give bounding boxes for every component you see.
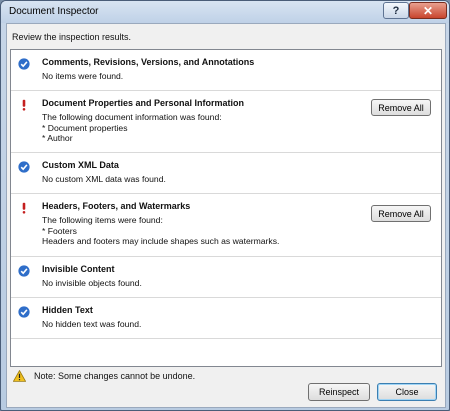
result-line: * Author xyxy=(42,133,73,143)
result-row-document-properties: Document Properties and Personal Informa… xyxy=(11,91,441,153)
result-row-headers-footers: Headers, Footers, and Watermarks The fol… xyxy=(11,194,441,257)
result-description: The following items were found: * Footer… xyxy=(42,215,279,247)
result-description: The following document information was f… xyxy=(42,112,222,144)
undo-note: Note: Some changes cannot be undone. xyxy=(13,370,195,382)
result-line: * Document properties xyxy=(42,122,128,133)
result-line: No items were found. xyxy=(42,71,124,81)
checkmark-icon xyxy=(18,265,30,277)
exclamation-icon xyxy=(22,99,26,111)
window-title: Document Inspector xyxy=(9,6,99,17)
help-icon: ? xyxy=(392,4,400,17)
reinspect-button[interactable]: Reinspect xyxy=(308,383,370,401)
checkmark-icon xyxy=(18,306,30,318)
result-line: The following items were found: xyxy=(42,215,163,225)
result-line: No hidden text was found. xyxy=(42,319,142,329)
checkmark-icon xyxy=(18,161,30,173)
result-line: * Footers xyxy=(42,225,77,236)
title-bar[interactable]: Document Inspector ? ✕ xyxy=(1,1,449,23)
help-button[interactable]: ? xyxy=(383,2,409,19)
remove-all-button[interactable]: Remove All xyxy=(371,99,431,116)
window-close-button[interactable]: ✕ xyxy=(409,2,447,19)
result-heading: Comments, Revisions, Versions, and Annot… xyxy=(42,57,255,67)
result-row-invisible-content: Invisible Content No invisible objects f… xyxy=(11,257,441,298)
note-text: Note: Some changes cannot be undone. xyxy=(34,371,196,381)
result-description: No items were found. xyxy=(42,71,123,82)
remove-all-button[interactable]: Remove All xyxy=(371,205,431,222)
instruction-text: Review the inspection results. xyxy=(12,32,132,42)
close-button[interactable]: Close xyxy=(377,383,437,401)
result-line: The following document information was f… xyxy=(42,112,222,122)
result-heading: Invisible Content xyxy=(42,264,115,274)
close-icon: ✕ xyxy=(422,3,434,18)
exclamation-icon xyxy=(22,202,26,214)
result-description: No hidden text was found. xyxy=(42,319,141,330)
result-heading: Custom XML Data xyxy=(42,160,119,170)
warning-icon xyxy=(13,370,26,382)
result-heading: Hidden Text xyxy=(42,305,93,315)
result-row-comments: Comments, Revisions, Versions, and Annot… xyxy=(11,50,441,91)
checkmark-icon xyxy=(18,58,30,70)
dialog-body: Review the inspection results. Comments,… xyxy=(6,23,446,408)
result-line: No custom XML data was found. xyxy=(42,174,166,184)
result-description: No custom XML data was found. xyxy=(42,174,166,185)
result-row-hidden-text: Hidden Text No hidden text was found. xyxy=(11,298,441,339)
result-heading: Document Properties and Personal Informa… xyxy=(42,98,245,108)
result-line: Headers and footers may include shapes s… xyxy=(42,236,280,246)
document-inspector-dialog: Document Inspector ? ✕ Review the inspec… xyxy=(0,0,450,411)
results-list: Comments, Revisions, Versions, and Annot… xyxy=(10,49,442,367)
result-row-custom-xml: Custom XML Data No custom XML data was f… xyxy=(11,153,441,194)
result-heading: Headers, Footers, and Watermarks xyxy=(42,201,191,211)
result-description: No invisible objects found. xyxy=(42,278,142,289)
result-line: No invisible objects found. xyxy=(42,278,142,288)
